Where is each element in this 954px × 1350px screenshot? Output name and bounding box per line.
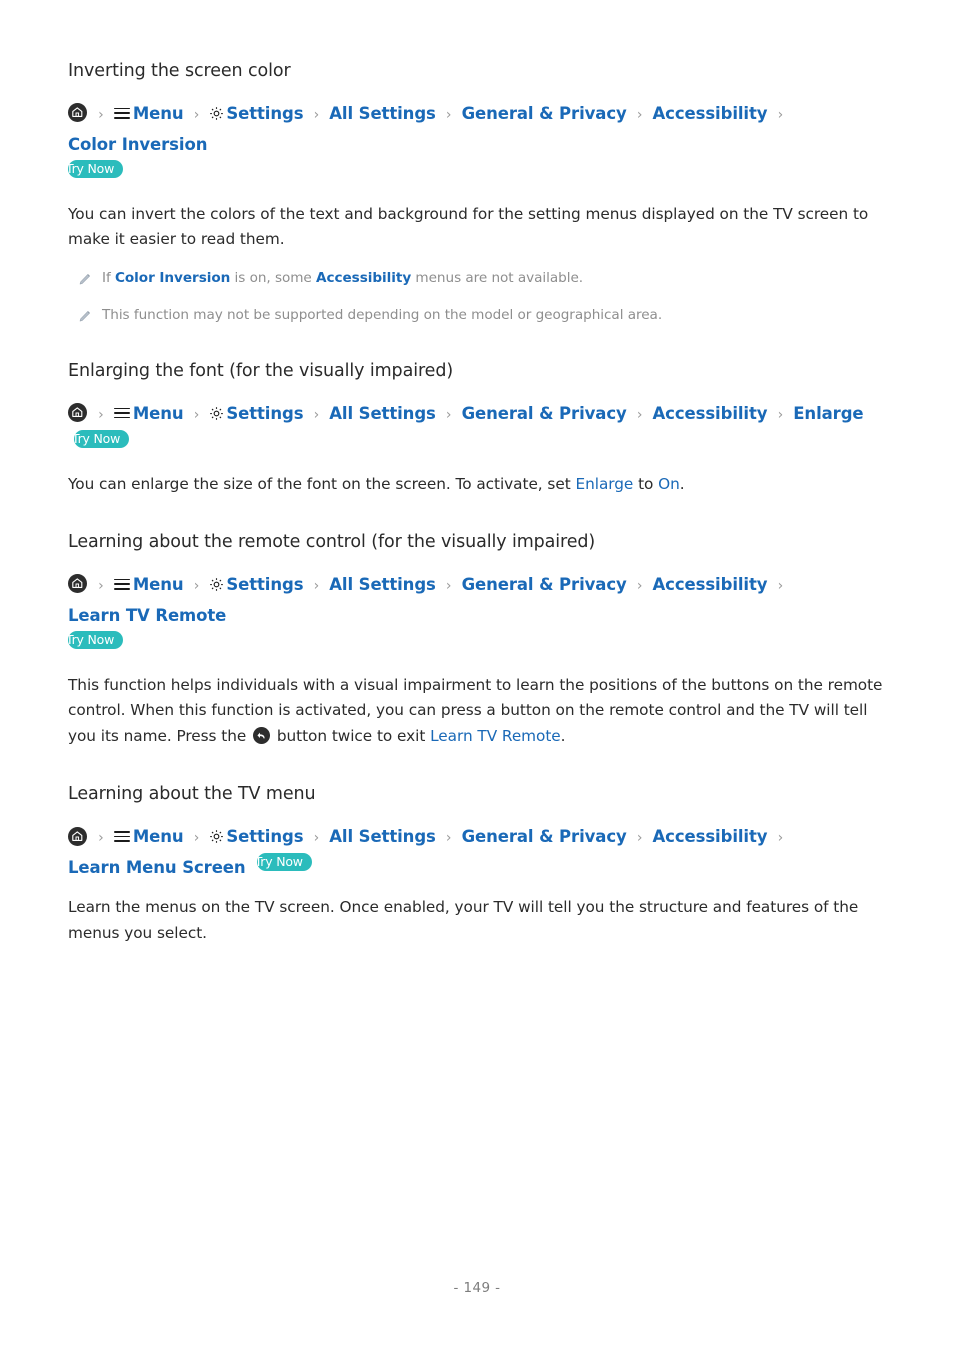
try-now-badge[interactable]: Try Now <box>68 159 124 178</box>
chevron-right-icon: › <box>98 106 104 123</box>
chevron-right-icon: › <box>445 406 452 423</box>
chevron-right-icon: › <box>445 830 452 846</box>
page-number: - 149 - <box>453 1280 501 1296</box>
breadcrumb: › Menu › Settings › All Settings › Gener… <box>68 99 886 190</box>
gear-icon[interactable] <box>209 824 224 843</box>
chevron-right-icon: › <box>313 406 320 423</box>
chevron-right-icon: › <box>98 577 104 594</box>
chevron-right-icon: › <box>636 106 643 123</box>
chevron-right-icon: › <box>313 106 320 123</box>
note-item: This function may not be supported depen… <box>78 304 886 326</box>
page-title: Learning about the TV menu <box>68 784 316 805</box>
gear-icon[interactable] <box>209 101 224 120</box>
breadcrumb-item-settings[interactable]: Settings <box>226 404 303 423</box>
try-now-badge[interactable]: Try Now <box>68 630 124 649</box>
breadcrumb-item-menu[interactable]: Menu <box>133 104 184 123</box>
body-link-learn-tv-remote[interactable]: Learn TV Remote <box>430 727 561 745</box>
note-text: This function may not be supported depen… <box>102 306 663 323</box>
breadcrumb-item-target[interactable]: Learn TV Remote <box>68 606 226 625</box>
chevron-right-icon: › <box>636 577 643 594</box>
body-link-enlarge[interactable]: Enlarge <box>575 475 633 493</box>
hamburger-menu-icon[interactable] <box>113 107 130 120</box>
document-page: Inverting the screen color › Menu › Sett… <box>0 0 954 1350</box>
breadcrumb: › Menu › Settings › All Settings › Gener… <box>68 822 886 883</box>
breadcrumb-item-all-settings[interactable]: All Settings <box>329 104 436 123</box>
chevron-right-icon: › <box>313 577 320 594</box>
page-title: Enlarging the font (for the visually imp… <box>68 360 454 381</box>
notes-list: If Color Inversion is on, some Accessibi… <box>78 267 886 326</box>
note-link-accessibility[interactable]: Accessibility <box>316 270 411 286</box>
return-icon <box>253 726 271 744</box>
home-icon[interactable] <box>68 826 87 846</box>
section-learn-tv-remote: Learning about the remote control (for t… <box>68 531 886 749</box>
home-icon[interactable] <box>68 403 87 422</box>
breadcrumb-item-general-privacy[interactable]: General & Privacy <box>462 404 627 423</box>
chevron-right-icon: › <box>193 106 200 123</box>
breadcrumb-item-accessibility[interactable]: Accessibility <box>652 575 767 594</box>
chevron-right-icon: › <box>445 106 452 123</box>
try-now-badge[interactable]: Try Now <box>74 429 130 448</box>
note-link-color-inversion[interactable]: Color Inversion <box>115 270 230 286</box>
chevron-right-icon: › <box>98 406 104 423</box>
body-link-on[interactable]: On <box>658 475 680 493</box>
breadcrumb-item-accessibility[interactable]: Accessibility <box>652 827 767 846</box>
gear-icon[interactable] <box>209 401 224 420</box>
hamburger-menu-icon[interactable] <box>113 830 130 843</box>
chevron-right-icon: › <box>313 830 320 846</box>
home-icon[interactable] <box>68 103 87 123</box>
chevron-right-icon: › <box>445 577 452 594</box>
chevron-right-icon: › <box>98 830 104 846</box>
breadcrumb-item-general-privacy[interactable]: General & Privacy <box>462 104 627 123</box>
section-body: You can enlarge the size of the font on … <box>68 474 685 493</box>
note-text: If Color Inversion is on, some Accessibi… <box>102 269 584 286</box>
chevron-right-icon: › <box>636 830 643 846</box>
chevron-right-icon: › <box>777 406 784 423</box>
chevron-right-icon: › <box>636 406 643 423</box>
breadcrumb-item-all-settings[interactable]: All Settings <box>329 827 436 846</box>
breadcrumb-item-settings[interactable]: Settings <box>226 827 303 846</box>
breadcrumb-item-target[interactable]: Color Inversion <box>68 135 207 154</box>
breadcrumb-item-target[interactable]: Learn Menu Screen <box>68 858 246 877</box>
hamburger-menu-icon[interactable] <box>113 578 130 591</box>
breadcrumb-item-settings[interactable]: Settings <box>226 104 303 123</box>
breadcrumb-item-general-privacy[interactable]: General & Privacy <box>462 575 627 594</box>
section-body: This function helps individuals with a v… <box>68 675 883 745</box>
chevron-right-icon: › <box>193 406 200 423</box>
page-title: Learning about the remote control (for t… <box>68 532 596 552</box>
section-learn-menu-screen: Learning about the TV menu › Menu › Sett… <box>68 783 886 946</box>
breadcrumb-item-accessibility[interactable]: Accessibility <box>652 104 767 123</box>
pencil-note-icon <box>78 271 91 285</box>
breadcrumb-item-target[interactable]: Enlarge <box>793 404 863 423</box>
breadcrumb-item-general-privacy[interactable]: General & Privacy <box>462 827 627 846</box>
section-color-inversion: Inverting the screen color › Menu › Sett… <box>68 60 886 326</box>
page-title: Inverting the screen color <box>68 61 291 81</box>
breadcrumb-item-menu[interactable]: Menu <box>133 827 184 846</box>
chevron-right-icon: › <box>777 830 784 846</box>
breadcrumb-item-all-settings[interactable]: All Settings <box>329 404 436 423</box>
chevron-right-icon: › <box>193 577 200 594</box>
note-item: If Color Inversion is on, some Accessibi… <box>78 267 886 289</box>
section-body: Learn the menus on the TV screen. Once e… <box>68 898 859 942</box>
breadcrumb-item-settings[interactable]: Settings <box>226 575 303 594</box>
breadcrumb-item-all-settings[interactable]: All Settings <box>329 575 436 594</box>
section-enlarge: Enlarging the font (for the visually imp… <box>68 360 886 497</box>
breadcrumb: › Menu › Settings › All Settings › Gener… <box>68 570 886 661</box>
breadcrumb-item-accessibility[interactable]: Accessibility <box>652 404 767 423</box>
try-now-badge[interactable]: Try Now <box>256 853 312 871</box>
hamburger-menu-icon[interactable] <box>113 407 130 420</box>
pencil-note-icon <box>78 308 91 322</box>
chevron-right-icon: › <box>193 830 200 846</box>
home-icon[interactable] <box>68 574 87 594</box>
chevron-right-icon: › <box>777 106 784 123</box>
section-body: You can invert the colors of the text an… <box>68 204 869 249</box>
gear-icon[interactable] <box>209 572 224 591</box>
chevron-right-icon: › <box>777 577 784 594</box>
breadcrumb: › Menu › Settings › All Settings › Gener… <box>68 399 886 460</box>
breadcrumb-item-menu[interactable]: Menu <box>133 404 184 423</box>
breadcrumb-item-menu[interactable]: Menu <box>133 575 184 594</box>
